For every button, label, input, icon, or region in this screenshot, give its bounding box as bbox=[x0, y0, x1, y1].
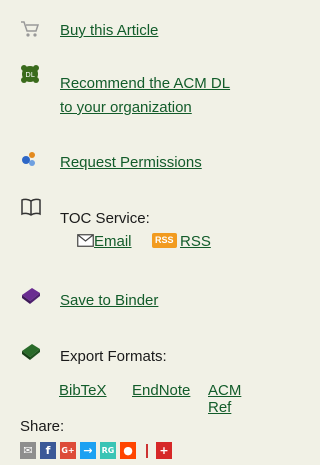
googleplus-share-icon[interactable]: G+ bbox=[60, 442, 76, 459]
twitter-share-icon[interactable]: → bbox=[80, 442, 96, 459]
permissions-link[interactable]: Request Permissions bbox=[60, 154, 202, 171]
envelope-icon[interactable] bbox=[77, 234, 94, 251]
svg-text:DL: DL bbox=[25, 71, 34, 79]
bibtex-link[interactable]: BibTeX bbox=[59, 382, 107, 399]
email-share-icon[interactable]: ✉ bbox=[20, 442, 36, 459]
export-formats-label: Export Formats: bbox=[60, 348, 167, 365]
acm-ref-link[interactable]: ACM Ref bbox=[208, 382, 241, 416]
share-separator bbox=[146, 443, 148, 458]
share-label: Share: bbox=[20, 418, 65, 435]
export-icon bbox=[20, 341, 42, 365]
researchgate-share-icon[interactable]: RG bbox=[100, 442, 116, 459]
buy-article-link[interactable]: Buy this Article bbox=[60, 22, 158, 39]
toc-rss-link[interactable]: RSS bbox=[180, 233, 211, 250]
rss-badge-icon[interactable]: RSS bbox=[152, 233, 177, 248]
reddit-share-icon[interactable]: ● bbox=[120, 442, 136, 459]
share-icons-bar: ✉ f G+ → RG ● + bbox=[20, 442, 176, 459]
toc-email-link[interactable]: Email bbox=[94, 233, 132, 250]
book-icon bbox=[20, 197, 42, 221]
dl-logo-icon[interactable]: DL bbox=[20, 64, 40, 88]
endnote-link[interactable]: EndNote bbox=[132, 382, 190, 399]
permissions-icon[interactable] bbox=[20, 150, 38, 172]
binder-icon[interactable] bbox=[20, 285, 42, 309]
toc-service-label: TOC Service: bbox=[60, 210, 150, 227]
cart-icon[interactable] bbox=[20, 20, 40, 42]
facebook-share-icon[interactable]: f bbox=[40, 442, 56, 459]
recommend-link-line1[interactable]: Recommend the ACM DL bbox=[60, 75, 230, 92]
save-to-binder-link[interactable]: Save to Binder bbox=[60, 292, 158, 309]
more-share-icon[interactable]: + bbox=[156, 442, 172, 459]
recommend-link-line2[interactable]: to your organization bbox=[60, 99, 192, 116]
